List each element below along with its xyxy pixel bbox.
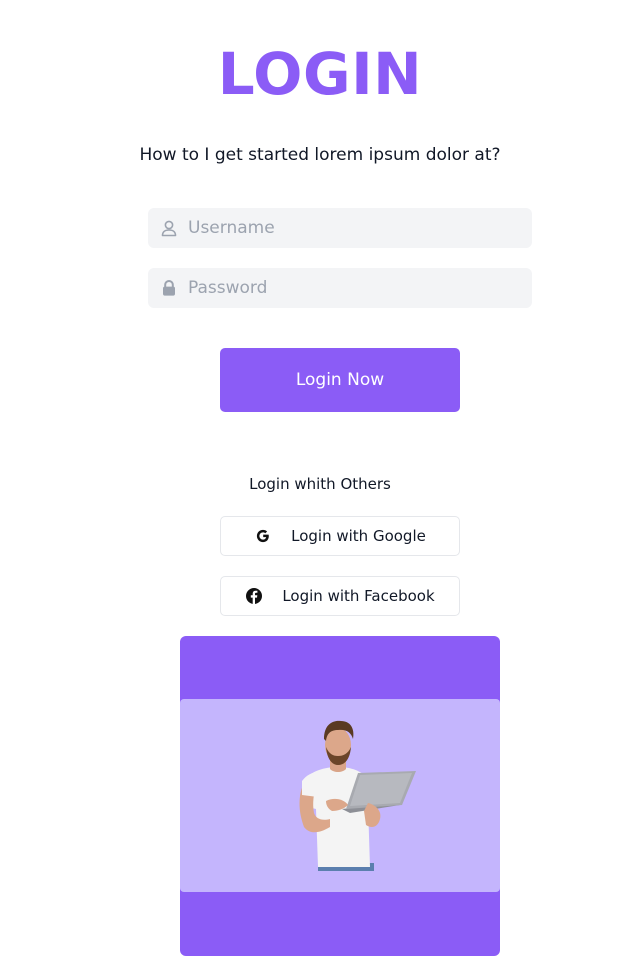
google-icon bbox=[254, 527, 272, 545]
login-with-facebook-button[interactable]: Login with Facebook bbox=[220, 576, 460, 616]
password-field[interactable] bbox=[148, 268, 532, 308]
lock-icon bbox=[160, 279, 178, 297]
facebook-button-label: Login with Facebook bbox=[282, 587, 435, 605]
login-others-heading: Login whith Others bbox=[249, 475, 391, 493]
facebook-icon bbox=[245, 587, 263, 605]
user-icon bbox=[160, 219, 178, 237]
username-field[interactable] bbox=[148, 208, 532, 248]
page-subtitle: How to I get started lorem ipsum dolor a… bbox=[139, 145, 501, 165]
password-input[interactable] bbox=[188, 278, 518, 298]
page-title: LOGIN bbox=[217, 40, 423, 108]
login-page: LOGIN How to I get started lorem ipsum d… bbox=[0, 0, 640, 976]
google-button-label: Login with Google bbox=[291, 527, 426, 545]
hero-image bbox=[180, 699, 500, 892]
hero-card bbox=[180, 636, 500, 956]
login-now-button[interactable]: Login Now bbox=[220, 348, 460, 412]
person-with-laptop-illustration bbox=[299, 720, 416, 871]
login-with-google-button[interactable]: Login with Google bbox=[220, 516, 460, 556]
username-input[interactable] bbox=[188, 218, 518, 238]
